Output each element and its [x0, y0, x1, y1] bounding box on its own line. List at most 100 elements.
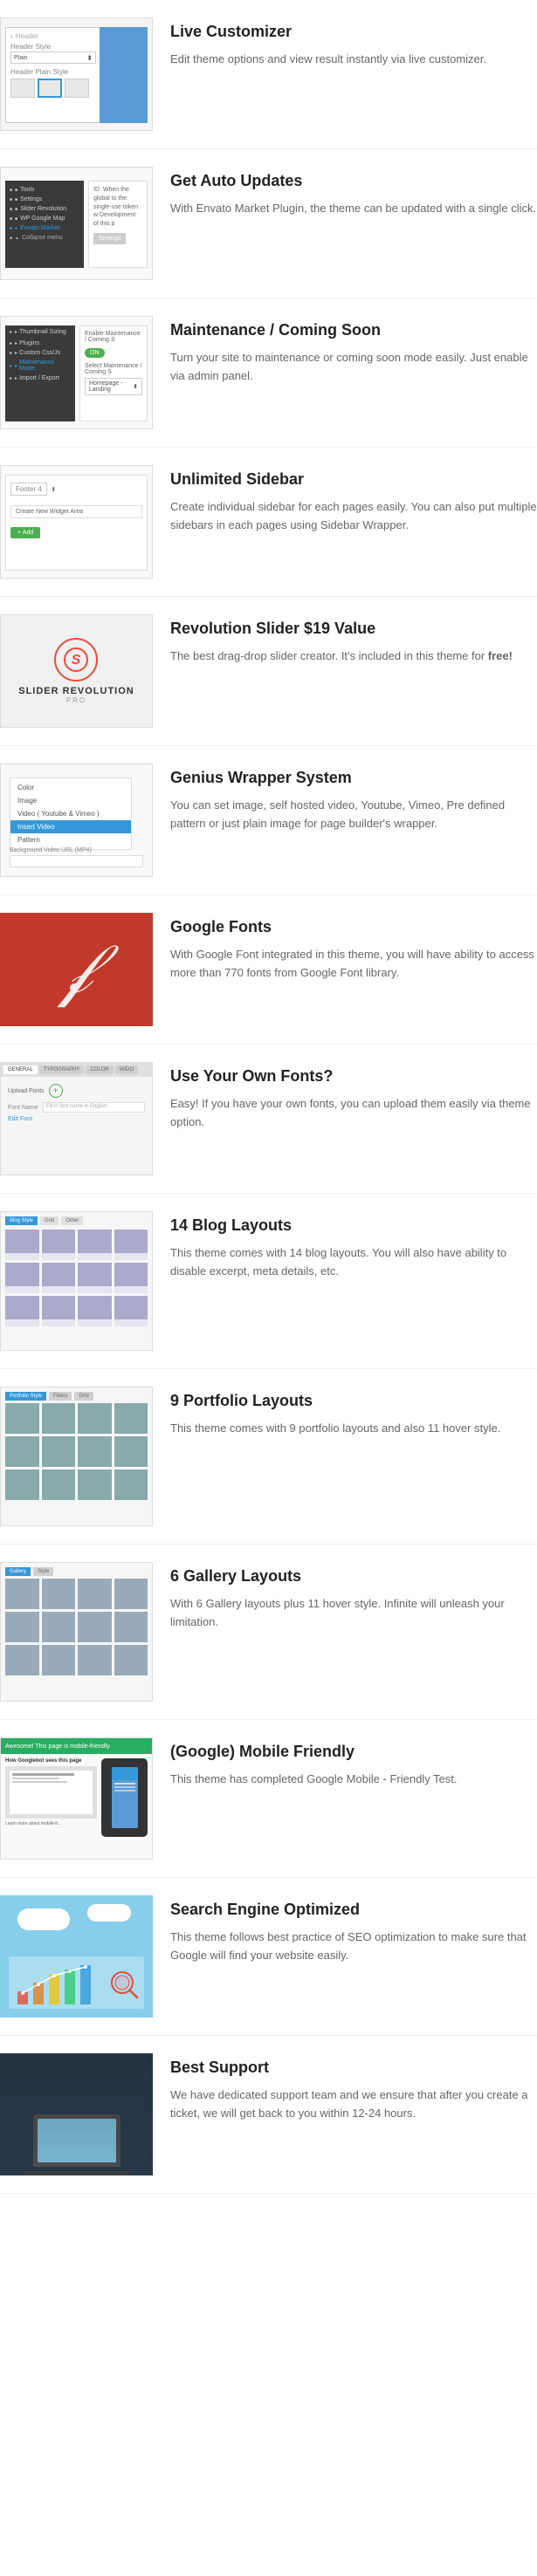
feature-title-wrapper: Genius Wrapper System [170, 768, 537, 788]
tab-portfolio-filters[interactable]: Filters [49, 1392, 72, 1401]
feature-title-auto-updates: Get Auto Updates [170, 171, 537, 191]
tab-other[interactable]: Other [61, 1216, 83, 1225]
portfolio-thumb-11 [78, 1470, 112, 1500]
feature-content-blog: 14 Blog Layouts This theme comes with 14… [170, 1211, 537, 1281]
tab-color[interactable]: COLOR [86, 1065, 113, 1074]
svg-text:S: S [72, 653, 81, 668]
feature-title-gallery: 6 Gallery Layouts [170, 1566, 537, 1586]
menu-collapse[interactable]: ▲Collapse menu [10, 233, 79, 243]
feature-image-live-customizer: Header Header Style Plain ⬍ Header Plain… [0, 17, 153, 131]
gallery-thumb-9 [5, 1645, 39, 1675]
gallery-thumb-10 [42, 1645, 76, 1675]
upload-fonts-button[interactable]: + [49, 1084, 63, 1098]
feature-title-portfolio: 9 Portfolio Layouts [170, 1391, 537, 1411]
preview-pane [100, 27, 148, 123]
dd-insert-video[interactable]: Insert Video [10, 820, 131, 833]
blog-thumb-5 [5, 1263, 39, 1293]
feature-content-auto-updates: Get Auto Updates With Envato Market Plug… [170, 167, 537, 218]
seo-chart [9, 1956, 144, 2009]
portfolio-thumb-12 [114, 1470, 148, 1500]
feature-blog-layouts: Blog Style Grid Other 14 Blog Layouts [0, 1194, 537, 1369]
url-input[interactable] [10, 855, 143, 867]
blog-thumb-10 [42, 1296, 76, 1326]
feature-content-support: Best Support We have dedicated support t… [170, 2053, 537, 2123]
menu-slider[interactable]: ■Slider Revolution [10, 204, 79, 214]
tab-general[interactable]: GENERAL [3, 1065, 38, 1074]
side-maintenance[interactable]: ▸Maintenance Mode [5, 358, 75, 373]
settings-button[interactable]: Settings [93, 233, 126, 244]
tab-wido[interactable]: WIDO [115, 1065, 138, 1074]
menu-settings[interactable]: ■Settings [10, 195, 79, 204]
feature-live-customizer: Header Header Style Plain ⬍ Header Plain… [0, 0, 537, 149]
feature-title-own-fonts: Use Your Own Fonts? [170, 1066, 537, 1086]
portfolio-tabs: Portfolio Style Filters Grid [5, 1392, 148, 1401]
feature-maintenance: ▸Thumbnail Sizing ▸Plugins ▸Custom Css/J… [0, 298, 537, 448]
tab-gallery-style[interactable]: Style [33, 1567, 53, 1576]
blog-thumb-11 [78, 1296, 112, 1326]
tab-gallery[interactable]: Gallery [5, 1567, 31, 1576]
side-thumbnail: ▸Thumbnail Sizing [5, 325, 75, 339]
side-import: ▸Import / Export [5, 373, 75, 383]
panel-back[interactable]: Header [10, 32, 96, 40]
feature-content-maintenance: Maintenance / Coming Soon Turn your site… [170, 316, 537, 386]
portfolio-grid [5, 1403, 148, 1500]
menu-envato[interactable]: ●Envato Market [10, 223, 79, 233]
feature-content-sidebar: Unlimited Sidebar Create individual side… [170, 465, 537, 535]
side-plugins: ▸Plugins [5, 339, 75, 348]
support-desk-image [0, 2053, 153, 2175]
field1-select[interactable]: Plain ⬍ [10, 51, 96, 64]
feature-content-mobile: (Google) Mobile Friendly This theme has … [170, 1737, 537, 1789]
dd-color[interactable]: Color [10, 781, 131, 794]
dd-image[interactable]: Image [10, 794, 131, 807]
slider-icon: S [54, 638, 98, 682]
phone-screen [112, 1767, 138, 1828]
toggle-switch[interactable]: ON [85, 348, 105, 358]
font-name-label: Font Name [8, 1105, 38, 1111]
portfolio-thumb-5 [5, 1436, 39, 1467]
menu-tools[interactable]: ■Tools [10, 185, 79, 195]
tab-portfolio-grid[interactable]: Grid [74, 1392, 93, 1401]
portfolio-thumb-3 [78, 1403, 112, 1434]
feature-content-google-fonts: Google Fonts With Google Font integrated… [170, 913, 537, 983]
feature-image-sidebar: Footer 4 ⬍ Create New Widget Area + Add [0, 465, 153, 579]
footer-select[interactable]: Footer 4 ⬍ [10, 480, 142, 500]
dd-youtube-vimeo[interactable]: Video ( Youtube & Vimeo ) [10, 807, 131, 820]
feature-desc-mobile: This theme has completed Google Mobile -… [170, 1771, 537, 1789]
feature-desc-sidebar: Create individual sidebar for each pages… [170, 498, 537, 535]
edit-font-link[interactable]: Edit Font [8, 1116, 145, 1122]
url-label: Background Video URL (MP4) [10, 847, 143, 853]
maintenance-select[interactable]: Homepage - Landing ⬍ [85, 378, 142, 395]
wrapper-dropdown[interactable]: Color Image Video ( Youtube & Vimeo ) In… [10, 778, 132, 850]
blog-grid [5, 1230, 148, 1326]
portfolio-thumb-4 [114, 1403, 148, 1434]
feature-genius-wrapper: Color Image Video ( Youtube & Vimeo ) In… [0, 746, 537, 895]
feature-title-support: Best Support [170, 2058, 537, 2078]
add-widget-button[interactable]: + Add [10, 527, 40, 538]
blog-thumb-1 [5, 1230, 39, 1260]
portfolio-thumb-2 [42, 1403, 76, 1434]
feature-content-live-customizer: Live Customizer Edit theme options and v… [170, 17, 537, 69]
feature-title-google-fonts: Google Fonts [170, 917, 537, 937]
cloud-icon-2 [87, 1904, 131, 1922]
tab-typography[interactable]: TYPOGRAPHY [39, 1065, 85, 1074]
tab-portfolio-style[interactable]: Portfolio Style [5, 1392, 46, 1401]
feature-image-auto-updates: ■Tools ■Settings ■Slider Revolution ■WP … [0, 167, 153, 280]
admin-menu: ■Tools ■Settings ■Slider Revolution ■WP … [5, 181, 84, 268]
dd-pattern[interactable]: Pattern [10, 833, 131, 846]
side-custom: ▸Custom Css/Js [5, 348, 75, 358]
font-display-letter: 𝒻 [61, 935, 93, 1004]
blog-tabs: Blog Style Grid Other [5, 1216, 148, 1225]
feature-title-seo: Search Engine Optimized [170, 1900, 537, 1920]
feature-desc-own-fonts: Easy! If you have your own fonts, you ca… [170, 1095, 537, 1132]
slider-sub: PRO [18, 696, 134, 704]
feature-gallery: Gallery Style 6 Gallery Layouts With 6 G… [0, 1545, 537, 1720]
font-name-input[interactable]: Fill in font name in English [43, 1102, 145, 1113]
blog-thumb-8 [114, 1263, 148, 1293]
tab-blog-style[interactable]: Blog Style [5, 1216, 38, 1225]
feature-image-maintenance: ▸Thumbnail Sizing ▸Plugins ▸Custom Css/J… [0, 316, 153, 429]
feature-content-slider: Revolution Slider $19 Value The best dra… [170, 614, 537, 666]
menu-googlemaps[interactable]: ■WP Google Map [10, 214, 79, 223]
portfolio-thumb-7 [78, 1436, 112, 1467]
tab-grid[interactable]: Grid [40, 1216, 59, 1225]
mobile-content-area: How Googlebot sees this page Learn more … [1, 1754, 152, 1841]
